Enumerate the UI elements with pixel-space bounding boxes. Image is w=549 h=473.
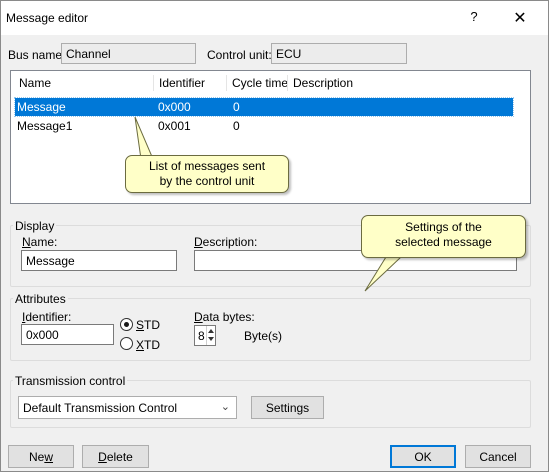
list-callout-line1: List of messages sent	[148, 159, 266, 173]
settings-callout: Settings of the selected message	[361, 215, 526, 258]
list-callout-line2: by the control unit	[159, 174, 255, 188]
settings-callout-line1: Settings of the	[405, 220, 482, 234]
message-editor-dialog: Message editor ? ✕ Bus name: Channel Con…	[0, 0, 549, 472]
settings-callout-line2: selected message	[395, 235, 492, 249]
list-callout: List of messages sent by the control uni…	[125, 155, 289, 193]
